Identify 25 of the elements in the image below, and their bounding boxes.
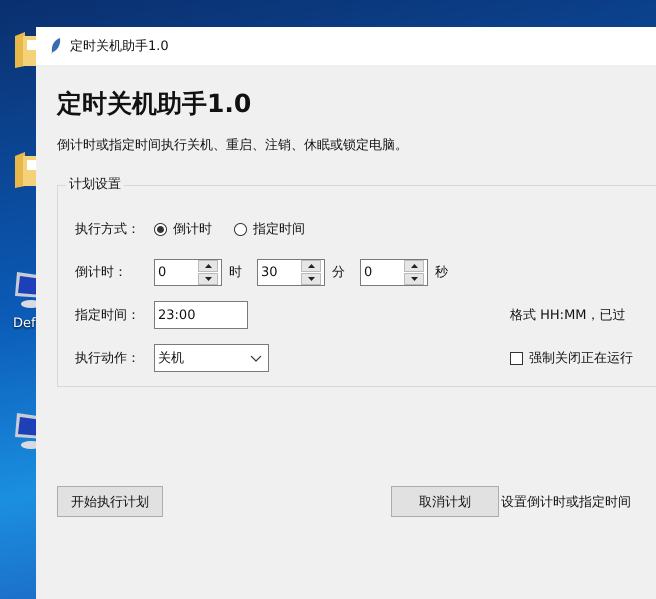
spin-box[interactable]: 30 (257, 258, 325, 286)
app-heading: 定时关机助手1.0 (57, 88, 252, 120)
field-label: 执行方式： (75, 221, 141, 238)
radio-option[interactable]: 指定时间 (234, 220, 305, 238)
description-text: 倒计时或指定时间执行关机、重启、注销、休眠或锁定电脑。 (57, 137, 409, 155)
spin-box[interactable]: 0 (360, 258, 428, 286)
action-button[interactable]: 取消计划 (391, 486, 499, 517)
spin-box[interactable]: 0 (154, 258, 222, 286)
format-hint: 格式 HH:MM，已过 (510, 307, 626, 324)
chevron-down-icon (250, 354, 262, 362)
desktop-icon-label[interactable]: Def (13, 316, 36, 331)
unit-label: 秒 (435, 264, 448, 281)
field-label: 倒计时： (75, 264, 128, 281)
action-dropdown[interactable]: 关机 (154, 344, 269, 372)
unit-label: 时 (229, 264, 242, 281)
action-button[interactable]: 开始执行计划 (57, 486, 163, 517)
force-close-checkbox[interactable]: 强制关闭正在运行 (510, 349, 633, 367)
unit-label: 分 (332, 264, 345, 281)
time-input-field[interactable]: 23:00 (154, 301, 248, 329)
field-label: 指定时间： (75, 307, 141, 324)
field-label: 执行动作： (75, 350, 141, 367)
feather-icon (50, 37, 62, 55)
window-title: 定时关机助手1.0 (70, 38, 169, 55)
radio-option[interactable]: 倒计时 (154, 220, 212, 238)
status-text: 设置倒计时或指定时间 (501, 494, 631, 510)
